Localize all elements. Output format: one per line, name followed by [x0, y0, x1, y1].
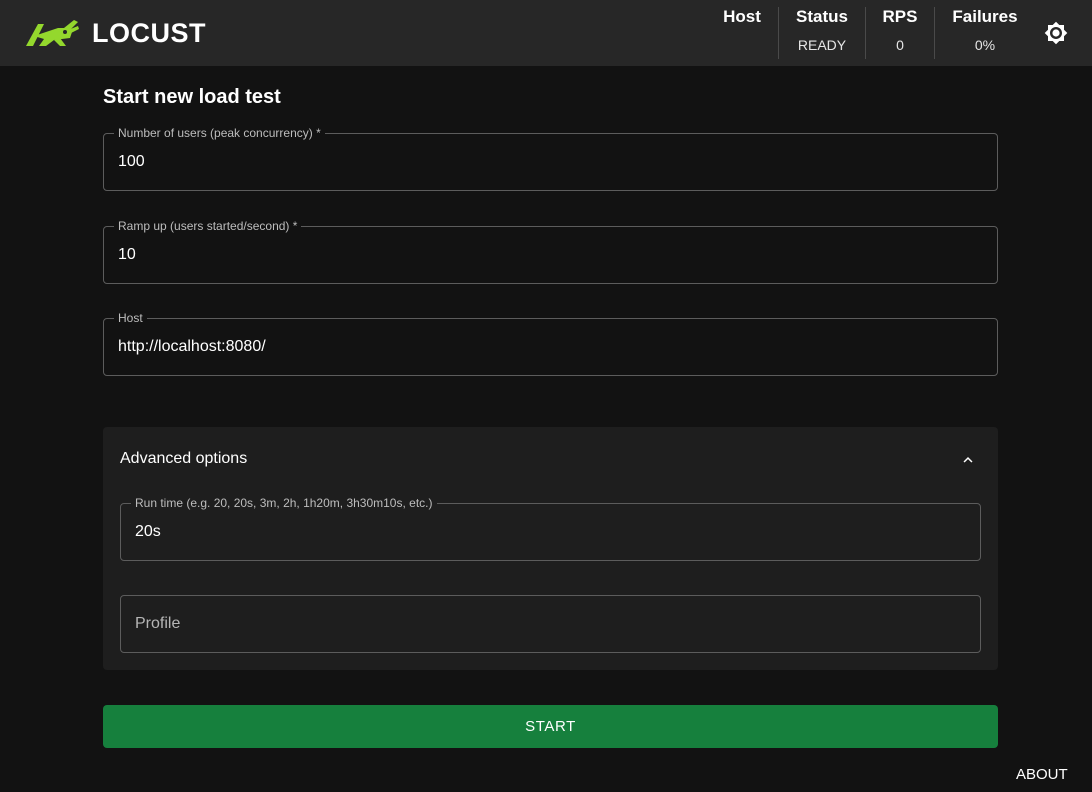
stat-status-value: READY	[797, 37, 847, 53]
stat-status: Status READY	[786, 7, 858, 59]
about-link[interactable]: ABOUT	[1016, 766, 1068, 783]
theme-toggle-button[interactable]	[1040, 17, 1072, 49]
stat-failures-label: Failures	[952, 7, 1018, 26]
stat-failures: Failures 0%	[944, 7, 1026, 59]
host-input[interactable]	[118, 319, 983, 375]
ramp-up-field: Ramp up (users started/second) *	[103, 218, 998, 284]
host-field: Host	[103, 310, 998, 376]
stat-rps-value: 0	[896, 37, 904, 53]
advanced-options-panel: Advanced options Run time (e.g. 20, 20s,…	[103, 427, 998, 670]
profile-field	[120, 595, 981, 653]
stat-divider	[778, 7, 779, 59]
form-title: Start new load test	[103, 86, 281, 108]
run-time-input[interactable]	[135, 504, 966, 560]
stat-rps-label: RPS	[882, 7, 918, 26]
top-app-bar: LOCUST Host Status READY RPS 0 Failures …	[0, 0, 1092, 66]
logo-text: LOCUST	[92, 17, 206, 48]
users-input[interactable]	[118, 134, 983, 190]
stat-divider	[934, 7, 935, 59]
profile-input[interactable]	[135, 596, 966, 652]
stat-failures-value: 0%	[974, 37, 996, 53]
stat-status-label: Status	[796, 7, 848, 26]
stat-host: Host	[716, 7, 768, 59]
stat-divider	[865, 7, 866, 59]
sun-icon	[1044, 21, 1068, 45]
locust-logo-icon	[26, 20, 79, 46]
stat-host-label: Host	[723, 7, 761, 26]
ramp-up-input[interactable]	[118, 227, 983, 283]
start-button[interactable]: START	[103, 705, 998, 748]
chevron-up-icon[interactable]	[959, 451, 977, 469]
stat-rps: RPS 0	[872, 7, 928, 59]
users-field: Number of users (peak concurrency) *	[103, 125, 998, 191]
advanced-options-toggle[interactable]: Advanced options	[120, 450, 247, 468]
locust-logo[interactable]: LOCUST	[24, 17, 206, 49]
run-time-field: Run time (e.g. 20, 20s, 3m, 2h, 1h20m, 3…	[120, 495, 981, 561]
